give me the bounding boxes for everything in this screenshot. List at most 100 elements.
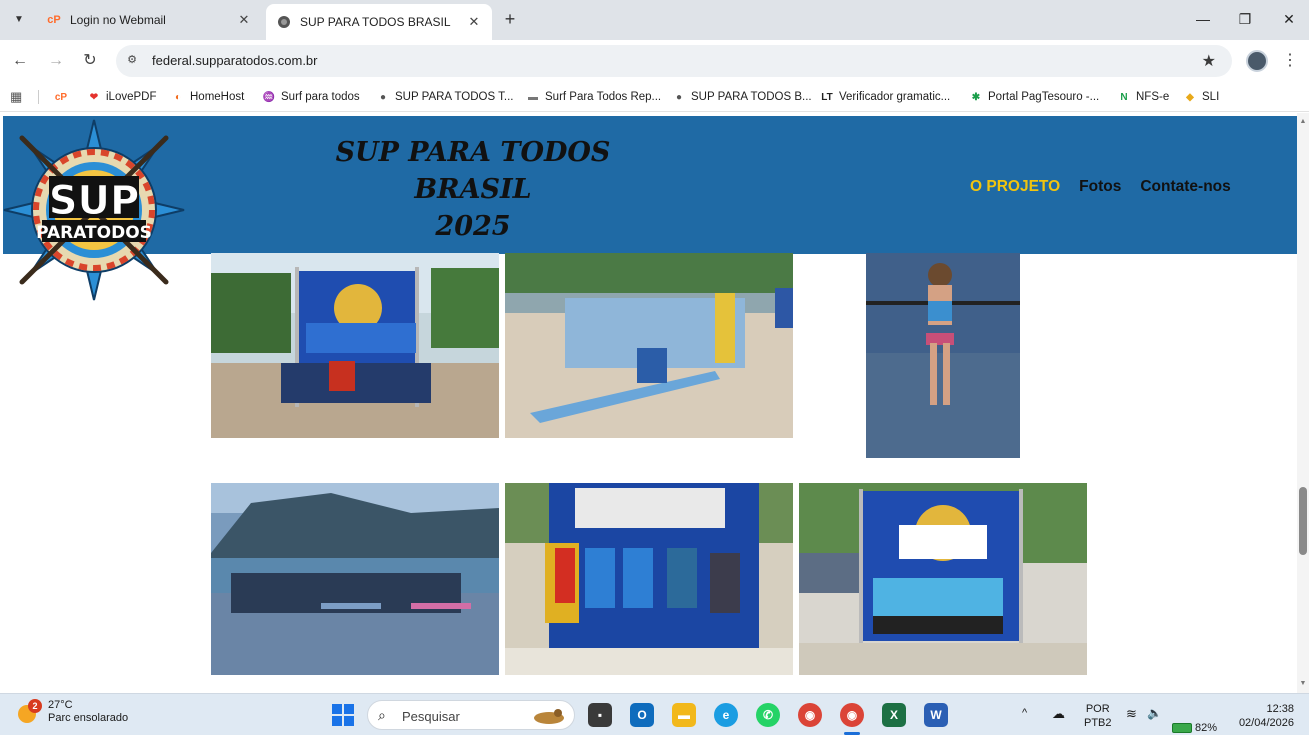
outlook-icon[interactable]: O — [630, 703, 654, 727]
search-icon: ⌕ — [378, 707, 386, 723]
windows-start-icon[interactable] — [332, 704, 354, 726]
site-info-icon[interactable]: ⚙ — [124, 53, 140, 69]
file-explorer-icon[interactable]: ▬ — [672, 703, 696, 727]
profile-avatar[interactable] — [1246, 50, 1268, 72]
wifi-icon[interactable]: ≋ — [1126, 706, 1137, 748]
bookmarks-divider — [38, 90, 39, 104]
weather-temp: 27°C — [48, 699, 73, 711]
site-title-line-3: 2025 — [435, 211, 511, 242]
gallery-photo[interactable] — [505, 483, 793, 675]
edge-icon[interactable]: e — [714, 703, 738, 727]
bookmark-label: Surf para todos — [281, 91, 360, 103]
nav-o-projeto[interactable]: O PROJETO — [970, 178, 1060, 196]
tray-chevron-up-icon[interactable]: ^ — [1022, 707, 1027, 749]
bookmark-sli[interactable]: ◆ SLI — [1183, 88, 1219, 106]
close-icon[interactable]: ✕ — [236, 12, 252, 28]
tab-sup-para-todos[interactable]: SUP PARA TODOS BRASIL ✕ — [266, 4, 492, 40]
address-bar[interactable]: ⚙ federal.supparatodos.com.br ★ — [116, 45, 1232, 77]
gallery-photo[interactable] — [799, 483, 1087, 675]
bookmark-sup-para-todos-t[interactable]: ● SUP PARA TODOS T... — [376, 88, 514, 106]
excel-icon[interactable]: X — [882, 703, 906, 727]
scroll-down-arrow-icon[interactable]: ▼ — [1299, 680, 1307, 687]
nav-contate-nos[interactable]: Contate-nos — [1140, 178, 1230, 196]
site-nav: O PROJETO Fotos Contate-nos — [970, 178, 1231, 196]
scrollbar-thumb[interactable] — [1299, 487, 1307, 555]
bookmark-nfse[interactable]: N NFS-e — [1117, 88, 1169, 106]
bookmark-star-icon[interactable]: ★ — [1202, 51, 1216, 71]
bookmark-cpanel[interactable]: cP — [54, 88, 73, 106]
weather-widget[interactable]: 2 27°C Parc ensolarado — [16, 699, 128, 725]
close-icon[interactable]: ✕ — [466, 14, 482, 30]
task-view-icon[interactable]: ▪ — [588, 703, 612, 727]
new-tab-plus-icon[interactable]: + — [500, 9, 520, 29]
pagtesouro-icon: ✱ — [971, 91, 981, 103]
windows-taskbar: 2 27°C Parc ensolarado ⌕ Pesquisar ▪ O ▬… — [0, 693, 1309, 735]
nfse-icon: N — [1120, 91, 1128, 103]
site-title-line-2: BRASIL — [414, 174, 532, 205]
weather-desc: Parc ensolarado — [48, 712, 129, 724]
whatsapp-icon[interactable]: ✆ — [756, 703, 780, 727]
onedrive-icon[interactable]: ☁ — [1052, 706, 1065, 748]
word-icon[interactable]: W — [924, 703, 948, 727]
bookmark-label: SLI — [1202, 91, 1220, 103]
taskbar-search-placeholder: Pesquisar — [402, 709, 460, 724]
logo-text-paratodos: PARATODOS — [36, 223, 152, 243]
cpanel-icon: cP — [47, 14, 61, 26]
apps-grid-icon[interactable]: ▦ — [10, 89, 26, 105]
taskbar-search[interactable]: ⌕ Pesquisar — [367, 700, 575, 730]
window-close-icon[interactable]: ✕ — [1274, 8, 1304, 30]
heart-icon: ❤ — [89, 91, 99, 103]
bookmark-verificador[interactable]: LT Verificador gramatic... — [820, 88, 950, 106]
bookmark-pagtesouro[interactable]: ✱ Portal PagTesouro -... — [969, 88, 1099, 106]
bookmark-ilovepdf[interactable]: ❤ iLovePDF — [87, 88, 157, 106]
bookmark-label: SUP PARA TODOS T... — [395, 91, 514, 103]
tab-search-chevron-icon[interactable]: ▼ — [8, 8, 30, 30]
bookmark-homehost[interactable]: ◐ HomeHost — [171, 88, 244, 106]
tab-strip: ▼ cP Login no Webmail ✕ SUP PARA TODOS B… — [0, 0, 1309, 40]
bookmark-label: iLovePDF — [106, 91, 157, 103]
language-code: POR — [1085, 703, 1110, 715]
browser-menu-icon[interactable]: ⋮ — [1282, 50, 1298, 70]
volume-icon[interactable]: 🔈 — [1147, 706, 1162, 748]
battery-indicator[interactable]: 82% — [1172, 707, 1217, 749]
minimize-icon[interactable]: — — [1188, 8, 1218, 30]
forward-arrow-icon[interactable]: → — [46, 51, 66, 71]
site-logo[interactable]: SUP PARATODOS — [3, 119, 185, 301]
clock-date: 02/04/2026 — [1238, 717, 1294, 729]
restore-icon[interactable]: ❐ — [1230, 8, 1260, 30]
nav-fotos[interactable]: Fotos — [1079, 178, 1121, 196]
back-arrow-icon[interactable]: ← — [10, 51, 30, 71]
reload-icon[interactable]: ↻ — [80, 51, 100, 71]
battery-percent: 82% — [1195, 722, 1218, 734]
gallery-photo[interactable] — [505, 253, 793, 438]
bookmark-label: Verificador gramatic... — [839, 91, 951, 103]
clock[interactable]: 12:38 02/04/2026 — [1232, 702, 1294, 744]
tab-webmail[interactable]: cP Login no Webmail ✕ — [36, 5, 262, 35]
page-scrollbar[interactable] — [1297, 113, 1309, 693]
battery-icon — [1172, 723, 1192, 733]
url-text[interactable]: federal.supparatodos.com.br — [152, 53, 317, 68]
gallery-photo[interactable] — [211, 483, 499, 675]
chrome-profile-icon[interactable]: ◉ — [840, 703, 864, 727]
site-title: SUP PARA TODOS BRASIL 2025 — [333, 134, 613, 245]
bookmark-label: Portal PagTesouro -... — [988, 91, 1100, 103]
bookmarks-bar: ▦ cP ❤ iLovePDF ◐ HomeHost ♒ Surf para t… — [0, 82, 1309, 112]
surf-icon: ♒ — [262, 91, 276, 103]
bookmark-sup-para-todos-b[interactable]: ● SUP PARA TODOS B... — [672, 88, 812, 106]
gallery-photo[interactable] — [211, 253, 499, 438]
bookmark-label: HomeHost — [190, 91, 245, 103]
page-viewport: SUP PARA TODOS BRASIL 2025 O PROJETO Fot… — [0, 113, 1309, 693]
scroll-up-arrow-icon[interactable]: ▲ — [1299, 118, 1307, 125]
weather-badge: 2 — [28, 699, 42, 713]
bookmark-surf-para-todos[interactable]: ♒ Surf para todos — [262, 88, 360, 106]
bookmark-label: Surf Para Todos Rep... — [545, 91, 662, 103]
bookmark-surf-para-todos-rep[interactable]: ▬ Surf Para Todos Rep... — [526, 88, 661, 106]
sup-logo-icon: ● — [675, 91, 683, 103]
weather-sun-icon: 2 — [16, 699, 42, 725]
language-indicator[interactable]: POR PTB2 — [1084, 702, 1112, 744]
gallery-photo[interactable] — [866, 253, 1020, 458]
browser-toolbar: ← → ↻ ⚙ federal.supparatodos.com.br ★ ⋮ — [0, 40, 1309, 82]
lt-icon: LT — [821, 91, 833, 103]
clock-time: 12:38 — [1266, 703, 1294, 715]
chrome-icon[interactable]: ◉ — [798, 703, 822, 727]
